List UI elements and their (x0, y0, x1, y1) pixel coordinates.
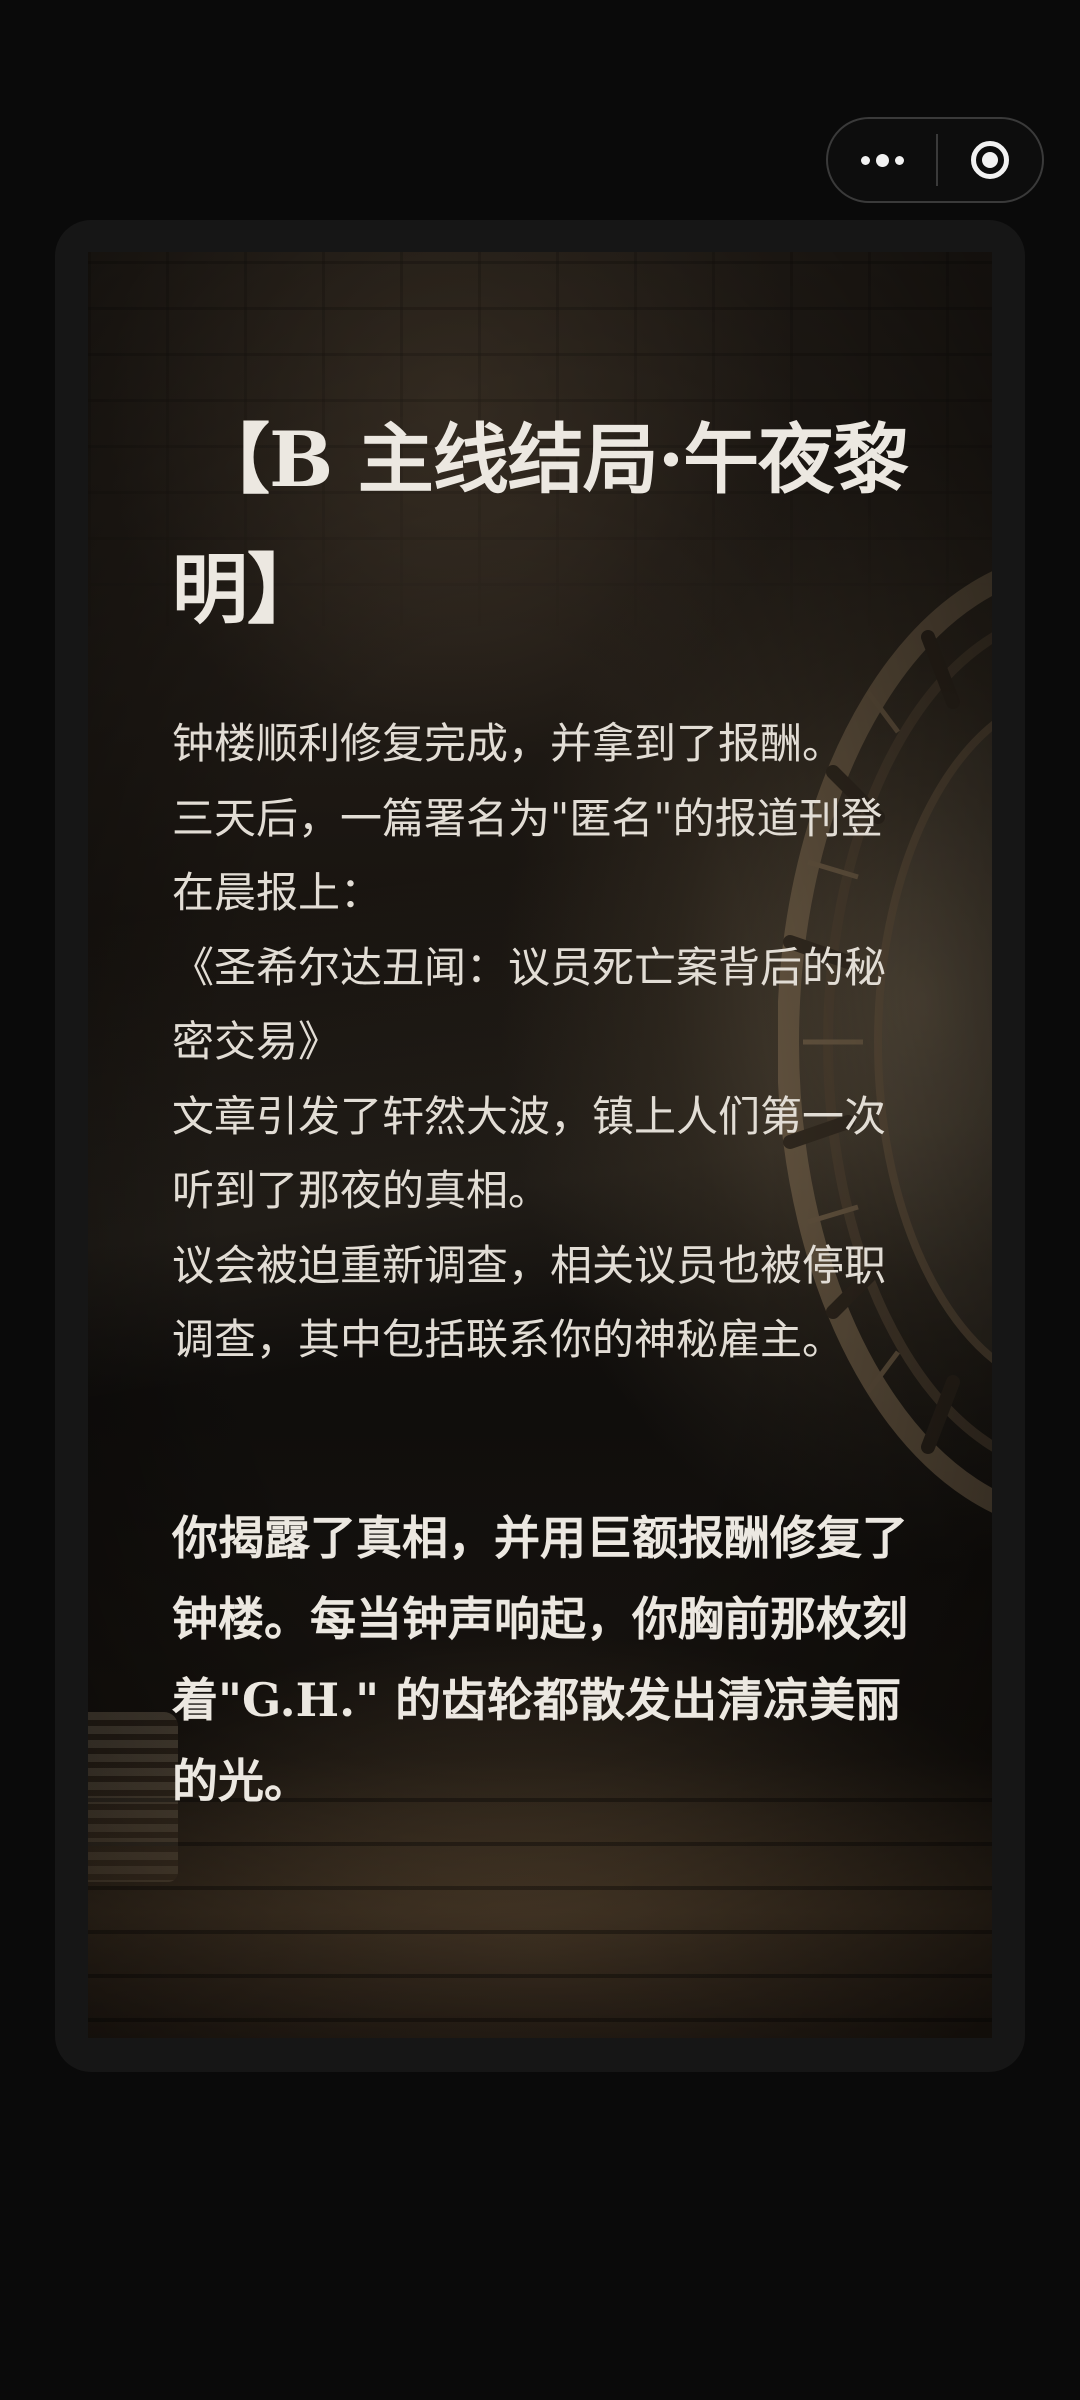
more-dots-icon (860, 153, 904, 167)
mini-program-capsule (826, 117, 1044, 203)
screen: 【B 主线结局·午夜黎明】 钟楼顺利修复完成，并拿到了报酬。 三天后，一篇署名为… (0, 0, 1080, 2400)
story-content: 【B 主线结局·午夜黎明】 钟楼顺利修复完成，并拿到了报酬。 三天后，一篇署名为… (172, 395, 912, 1822)
ending-summary: 你揭露了真相，并用巨额报酬修复了钟楼。每当钟声响起，你胸前那枚刻着"G.H." … (172, 1510, 908, 1808)
ending-title: 【B 主线结局·午夜黎明】 (172, 415, 909, 634)
story-paragraph: 议会被迫重新调查，相关议员也被停职调查，其中包括联系你的神秘雇主。 (172, 1240, 887, 1365)
story-body: 钟楼顺利修复完成，并拿到了报酬。 三天后，一篇署名为"匿名"的报道刊登在晨报上：… (172, 707, 912, 1378)
story-paragraph: 钟楼顺利修复完成，并拿到了报酬。 (172, 719, 845, 768)
story-paragraph: 《圣希尔达丑闻：议员死亡案背后的秘密交易》 (172, 942, 887, 1067)
story-paragraph: 三天后，一篇署名为"匿名"的报道刊登在晨报上： (172, 793, 883, 918)
target-circle-icon (971, 141, 1009, 179)
story-paragraph: 文章引发了轩然大波，镇上人们第一次听到了那夜的真相。 (172, 1091, 887, 1216)
more-button[interactable] (828, 119, 936, 201)
close-button[interactable] (938, 119, 1042, 201)
